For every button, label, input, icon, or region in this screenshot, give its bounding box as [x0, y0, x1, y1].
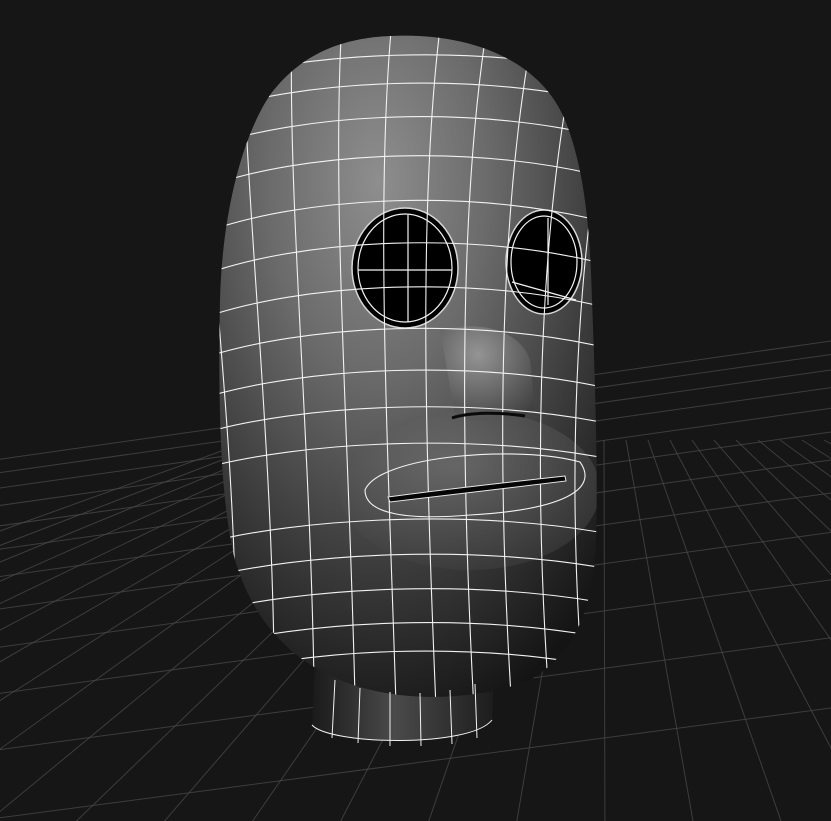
head-surface — [219, 35, 597, 697]
grid-line — [801, 439, 831, 460]
grid-line — [647, 439, 782, 821]
grid-line — [603, 439, 606, 821]
viewport-3d[interactable] — [0, 0, 831, 821]
grid-line — [757, 439, 831, 501]
grid-line — [735, 439, 831, 532]
head-model[interactable] — [196, 20, 626, 747]
grid-line — [625, 439, 694, 821]
left-eye-socket — [351, 207, 459, 329]
viewport-canvas[interactable] — [0, 0, 831, 821]
grid-line — [779, 439, 831, 478]
grid-line — [669, 439, 831, 750]
